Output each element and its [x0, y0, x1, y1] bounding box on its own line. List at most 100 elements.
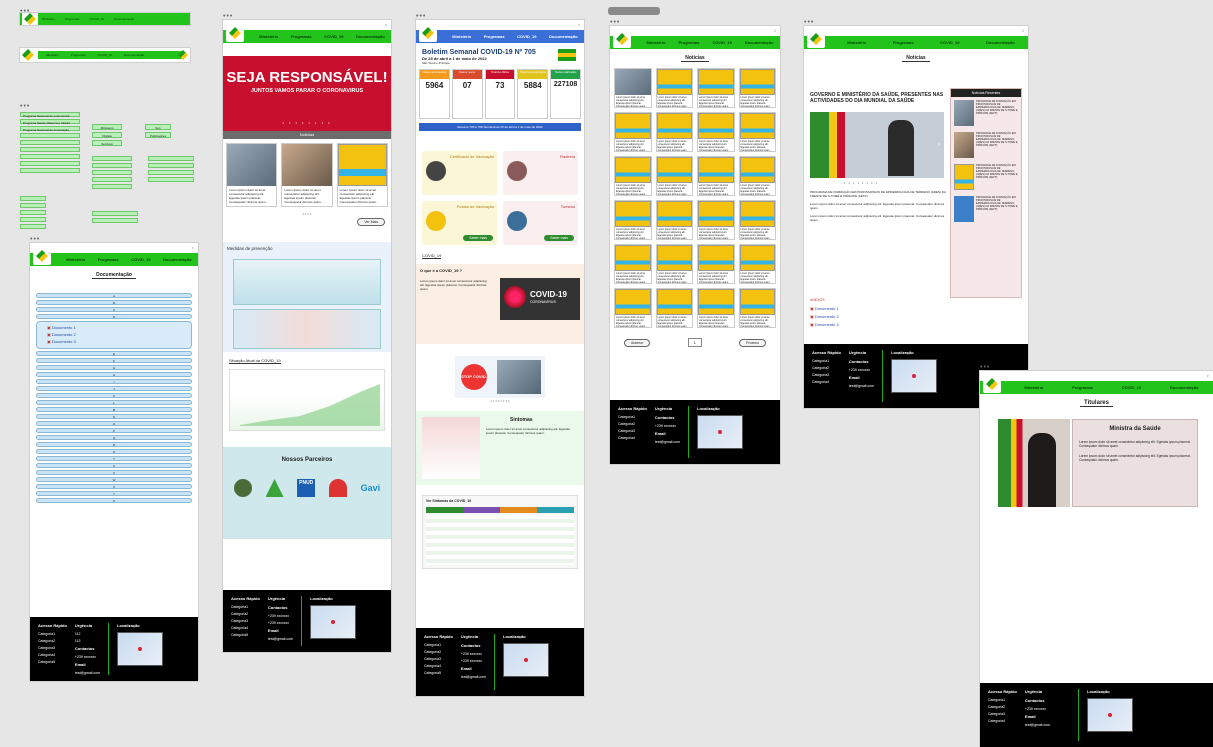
footer-link[interactable]: Categoria3: [988, 712, 1017, 716]
menu-item[interactable]: [20, 196, 46, 201]
news-card[interactable]: Lorem Ipsum dolor sit amet consectetur a…: [655, 200, 693, 240]
nav-ministerio[interactable]: Ministério: [452, 34, 471, 39]
menu-orgaos[interactable]: Orgãos: [92, 132, 122, 138]
frame-menu-dots[interactable]: •••: [20, 103, 30, 110]
news-card[interactable]: Lorem Ipsum dolor sit amet consectetur a…: [738, 156, 776, 196]
location-map[interactable]: [503, 643, 550, 677]
news-card[interactable]: Lorem Ipsum dolor sit amet consectetur a…: [614, 156, 652, 196]
menu-item[interactable]: [20, 140, 80, 145]
nav-covid[interactable]: COVID_19: [517, 34, 536, 39]
menu-item[interactable]: Programa Nacional de Imunização: [20, 126, 80, 132]
email-link[interactable]: test@gmail.com: [75, 671, 100, 675]
partner-logo-pnud[interactable]: PNUD: [297, 479, 316, 497]
nav-documentacao[interactable]: Documentação: [356, 34, 385, 39]
letter-accordion-k[interactable]: K: [36, 393, 192, 398]
footer-link[interactable]: Categoria1: [812, 359, 841, 363]
partner-logo[interactable]: [233, 479, 252, 497]
news-card[interactable]: Lorem Ipsum dolor sit amet consectetur a…: [738, 244, 776, 284]
menu-item[interactable]: Programa Nacional de Luta Contra Paludis…: [20, 112, 80, 122]
document-link[interactable]: ▣ Documento 1: [810, 306, 839, 311]
footer-link[interactable]: Categoria1: [988, 698, 1017, 702]
sidebar-item[interactable]: PROGRAMA DE FORMAÇÃO EM PROFISSIONAIS DE…: [951, 97, 1021, 129]
letter-accordion-q[interactable]: Q: [36, 435, 192, 440]
carousel-dots[interactable]: • • • • • • • •: [416, 398, 584, 403]
news-card[interactable]: Lorem Ipsum dolor sit amet consectetur a…: [655, 112, 693, 152]
frame-menu-dots[interactable]: •••: [804, 19, 814, 26]
news-card[interactable]: Lorem Ipsum dolor sit amet consectetur a…: [336, 143, 388, 207]
sidebar-item[interactable]: PROGRAMA DE FORMAÇÃO EM PROFISSIONAIS DE…: [951, 129, 1021, 161]
menu-item[interactable]: [20, 154, 80, 159]
letter-accordion-x[interactable]: X: [36, 484, 192, 489]
pagination-previous[interactable]: Anterior: [624, 338, 651, 347]
nav-covid[interactable]: COVID_19: [324, 34, 343, 39]
partner-logo[interactable]: [265, 479, 284, 497]
sidebar-item[interactable]: PROGRAMA DE FORMAÇÃO EM PROFISSIONAIS DE…: [951, 193, 1021, 225]
nav-ministerio[interactable]: Ministério: [847, 40, 866, 45]
footer-link[interactable]: Categoria2: [618, 422, 647, 426]
menu-item[interactable]: [92, 211, 138, 216]
email-link[interactable]: test@gmail.com: [849, 384, 874, 388]
nav-covid[interactable]: COVID_19: [1122, 385, 1141, 390]
nav-programas[interactable]: Programas: [678, 40, 699, 45]
menu-item[interactable]: [148, 163, 194, 168]
news-card[interactable]: Lorem Ipsum dolor sit amet consectetur a…: [614, 244, 652, 284]
menu-sos[interactable]: Sos: [145, 124, 171, 130]
nav-documentacao[interactable]: Documentação: [1170, 385, 1199, 390]
letter-accordion-f[interactable]: F: [36, 358, 192, 363]
news-card[interactable]: Lorem Ipsum dolor sit amet consectetur a…: [738, 200, 776, 240]
frame-menu-dots[interactable]: •••: [610, 19, 620, 26]
document-link[interactable]: ▣ Documento 3: [47, 339, 181, 344]
frame-menu-dots[interactable]: •••: [980, 364, 990, 371]
news-card[interactable]: Lorem Ipsum dolor sit amet consectetur a…: [614, 112, 652, 152]
ver-mais-button[interactable]: Ver Mais: [357, 218, 385, 226]
news-card[interactable]: Lorem Ipsum dolor sit amet consectetur a…: [697, 112, 735, 152]
menu-item[interactable]: [92, 184, 132, 189]
footer-link[interactable]: Categoria5: [231, 633, 260, 637]
news-card[interactable]: Lorem Ipsum dolor sit amet consectetur a…: [697, 156, 735, 196]
document-link[interactable]: ▣ Documento 2: [47, 332, 181, 337]
carousel-dots[interactable]: • • • • • • • •: [223, 120, 391, 125]
document-link[interactable]: ▣ Documento 3: [810, 322, 839, 327]
menu-item[interactable]: [92, 177, 132, 182]
footer-link[interactable]: Categoria2: [424, 650, 453, 654]
email-link[interactable]: test@gmail.com: [1025, 723, 1050, 727]
footer-link[interactable]: Categoria3: [812, 373, 841, 377]
news-card[interactable]: Lorem Ipsum dolor sit amet consectetur a…: [697, 68, 735, 108]
partner-logo[interactable]: [328, 479, 347, 497]
footer-link[interactable]: Categoria3: [618, 429, 647, 433]
news-card[interactable]: Lorem Ipsum dolor sit amet consectetur a…: [614, 68, 652, 108]
footer-link[interactable]: Categoria3: [38, 646, 67, 650]
menu-item[interactable]: [20, 147, 80, 152]
footer-link[interactable]: Categoria4: [812, 380, 841, 384]
nav-programas[interactable]: Programas: [893, 40, 914, 45]
saber-mais-button[interactable]: Saber mais: [544, 235, 574, 241]
carousel-dots[interactable]: • • • • • • • •: [844, 180, 878, 185]
menu-item[interactable]: [20, 168, 80, 173]
letter-accordion-g[interactable]: G: [36, 365, 192, 370]
service-card-certificado[interactable]: Certificado de Vacinação: [422, 151, 497, 195]
letter-accordion-t[interactable]: T: [36, 456, 192, 461]
location-map[interactable]: [310, 605, 357, 639]
menu-item[interactable]: [20, 133, 80, 138]
letter-accordion-s[interactable]: S: [36, 449, 192, 454]
letter-accordion-i[interactable]: I: [36, 379, 192, 384]
footer-link[interactable]: Categoria5: [38, 660, 67, 664]
menu-item[interactable]: [148, 170, 194, 175]
footer-link[interactable]: Categoria1: [38, 632, 67, 636]
footer-link[interactable]: Categoria5: [424, 671, 453, 675]
nav-programas[interactable]: Programas: [1072, 385, 1093, 390]
nav-documentacao[interactable]: Documentação: [986, 40, 1015, 45]
letter-accordion-m[interactable]: M: [36, 407, 192, 412]
service-card-postos[interactable]: Postos de Vacinação Saber mais: [422, 201, 497, 245]
frame-menu-dots[interactable]: •••: [416, 13, 426, 20]
pagination-next[interactable]: Próximo: [739, 338, 766, 347]
letter-accordion-d[interactable]: D: [36, 314, 192, 319]
menu-item[interactable]: [92, 163, 132, 168]
footer-link[interactable]: Categoria4: [38, 653, 67, 657]
footer-link[interactable]: Categoria3: [231, 619, 260, 623]
news-card[interactable]: Lorem Ipsum dolor sit amet consectetur a…: [738, 68, 776, 108]
nav-documentacao[interactable]: Documentação: [549, 34, 578, 39]
news-card[interactable]: Lorem Ipsum dolor sit amet consectetur a…: [614, 288, 652, 328]
letter-accordion-o[interactable]: O: [36, 421, 192, 426]
letter-accordion-w[interactable]: W: [36, 477, 192, 482]
